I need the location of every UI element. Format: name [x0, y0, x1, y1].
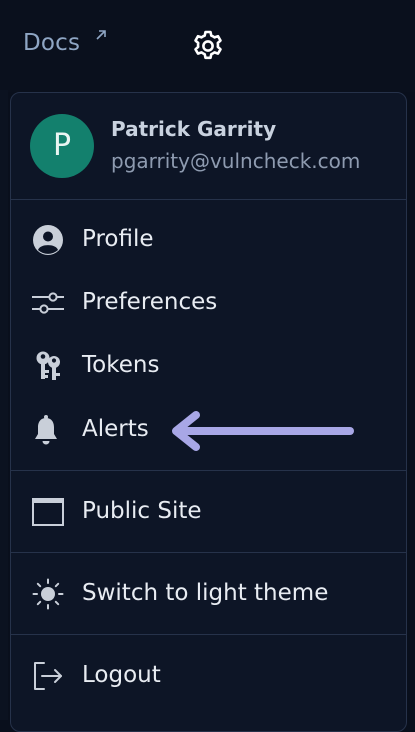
- docs-link[interactable]: Docs: [23, 30, 106, 56]
- menu-item-label: Switch to light theme: [82, 580, 329, 606]
- menu-item-label: Public Site: [82, 498, 202, 524]
- menu-item-public-site[interactable]: Public Site: [11, 487, 406, 537]
- keys-icon: [36, 351, 60, 380]
- external-link-icon: [96, 30, 106, 40]
- divider: [11, 634, 406, 635]
- logout-icon: [34, 662, 62, 690]
- menu-item-switch-theme[interactable]: Switch to light theme: [11, 569, 406, 619]
- menu-item-tokens[interactable]: Tokens: [11, 341, 406, 391]
- menu-item-label: Profile: [82, 226, 154, 252]
- sliders-icon: [32, 292, 64, 314]
- menu-item-preferences[interactable]: Preferences: [11, 278, 406, 328]
- top-bar: Docs: [0, 0, 415, 92]
- menu-item-label: Alerts: [82, 416, 149, 442]
- user-info: P Patrick Garrity pgarrity@vulncheck.com: [11, 93, 406, 199]
- docs-label: Docs: [23, 30, 81, 56]
- menu-item-label: Tokens: [82, 352, 160, 378]
- sun-icon: [32, 578, 64, 610]
- page-edge: [0, 90, 8, 720]
- settings-gear-icon[interactable]: [190, 28, 226, 64]
- user-name: Patrick Garrity: [111, 117, 277, 141]
- divider: [11, 199, 406, 200]
- divider: [11, 470, 406, 471]
- user-circle-icon: [33, 225, 63, 255]
- user-email: pgarrity@vulncheck.com: [111, 149, 361, 173]
- divider: [11, 552, 406, 553]
- menu-item-profile[interactable]: Profile: [11, 215, 406, 265]
- menu-item-logout[interactable]: Logout: [11, 651, 406, 701]
- menu-item-label: Preferences: [82, 289, 218, 315]
- avatar: P: [30, 114, 94, 178]
- window-icon: [32, 498, 64, 526]
- annotation-arrow-icon: [172, 411, 354, 451]
- bell-icon: [35, 415, 57, 445]
- menu-item-label: Logout: [82, 662, 161, 688]
